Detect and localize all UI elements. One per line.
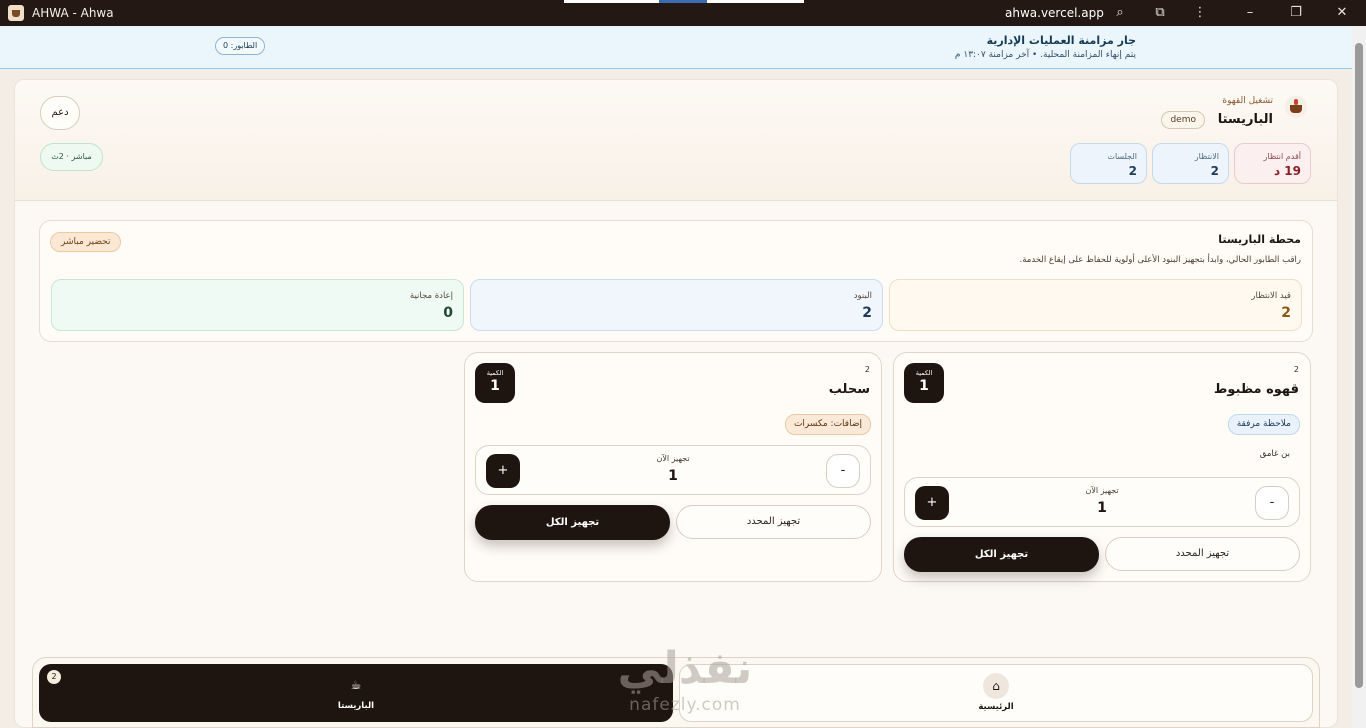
- oldest-wait-stat: أقدم انتظار 19 د: [1234, 143, 1311, 184]
- app-icon: [8, 5, 24, 21]
- order-note-text: بن غامق: [1259, 449, 1290, 459]
- order-card: 2 قهوه مظبوط الكمية 1 ملاحظة مرفقة بن غا…: [893, 352, 1311, 582]
- items-label: البنود: [853, 291, 872, 301]
- header-subtitle: تشغيل القهوة: [1222, 96, 1273, 106]
- live-prep-badge: تحضير مباشر: [50, 232, 122, 252]
- prepare-now-stepper: - تجهيز الآن 1 +: [475, 445, 871, 495]
- prepare-all-button[interactable]: تجهيز الكل: [904, 537, 1099, 572]
- main-panel: تشغيل القهوة الباريستا demo دعم مباشر · …: [14, 79, 1338, 728]
- stepper-value: 1: [1097, 500, 1107, 516]
- pending-label: قيد الانتظار: [1251, 291, 1291, 301]
- more-icon[interactable]: ⋮: [1191, 4, 1209, 22]
- window-title: AHWA - Ahwa: [32, 6, 114, 20]
- waiting-value: 2: [1210, 164, 1219, 178]
- stepper-label: تجهيز الآن: [1085, 486, 1119, 495]
- sessions-value: 2: [1128, 164, 1137, 178]
- close-icon[interactable]: ✕: [1333, 4, 1351, 22]
- prepare-selected-button[interactable]: تجهيز المحدد: [676, 505, 871, 539]
- window-url[interactable]: ahwa.vercel.app: [1005, 6, 1104, 20]
- items-metric: البنود 2: [470, 279, 883, 331]
- window-titlebar: AHWA - Ahwa ahwa.vercel.app ⌕ ⧉ ⋮ – ❐ ✕: [0, 0, 1366, 26]
- station-title: محطة الباريستا: [1218, 233, 1301, 246]
- prepare-selected-button[interactable]: تجهيز المحدد: [1105, 537, 1300, 571]
- pending-metric: قيد الانتظار 2: [889, 279, 1302, 331]
- waiting-stat: الانتظار 2: [1152, 143, 1229, 184]
- sync-title: جار مزامنة العمليات الإدارية: [986, 34, 1136, 47]
- increase-button[interactable]: +: [486, 454, 520, 488]
- quantity-label: الكمية: [486, 369, 504, 377]
- coffee-cup-icon: ☕: [350, 678, 362, 692]
- order-card: 2 سحلب الكمية 1 إضافات: مكسرات - تجهيز ا…: [464, 352, 882, 582]
- items-value: 2: [862, 305, 872, 321]
- oldest-wait-label: أقدم انتظار: [1263, 152, 1301, 161]
- sessions-stat: الجلسات 2: [1070, 143, 1147, 184]
- prepare-all-button[interactable]: تجهيز الكل: [475, 505, 670, 540]
- quantity-value: 1: [919, 378, 929, 394]
- increase-button[interactable]: +: [915, 486, 949, 520]
- free-remake-label: إعادة مجانية: [409, 291, 453, 301]
- zoom-icon[interactable]: ⌕: [1111, 4, 1129, 22]
- order-number: 2: [864, 365, 870, 374]
- nav-item-label: الباريستا: [337, 701, 375, 711]
- maximize-icon[interactable]: ❐: [1287, 4, 1305, 22]
- barista-count-badge: 2: [47, 670, 61, 684]
- bottom-navigation: 2 ☕ الباريستا ⌂ الرئيسية: [32, 657, 1320, 728]
- sync-banner: جار مزامنة العمليات الإدارية يتم إنهاء ا…: [0, 26, 1352, 69]
- nav-item-barista[interactable]: 2 ☕ الباريستا: [39, 664, 673, 722]
- oldest-wait-value: 19 د: [1273, 164, 1301, 178]
- stepper-label: تجهيز الآن: [656, 454, 690, 463]
- scrollbar-thumb[interactable]: [1355, 43, 1363, 688]
- order-item-name: سحلب: [828, 382, 870, 397]
- extension-icon[interactable]: ⧉: [1151, 4, 1169, 22]
- barista-station-panel: محطة الباريستا راقب الطابور الحالي، وابد…: [39, 220, 1313, 342]
- quantity-badge: الكمية 1: [475, 363, 515, 403]
- page-title: الباريستا: [1217, 112, 1273, 127]
- sessions-label: الجلسات: [1107, 152, 1137, 161]
- prepare-now-stepper: - تجهيز الآن 1 +: [904, 477, 1300, 527]
- quantity-badge: الكمية 1: [904, 363, 944, 403]
- note-attached-tag: ملاحظة مرفقة: [1227, 414, 1300, 435]
- minimize-icon[interactable]: –: [1241, 4, 1259, 22]
- free-remake-metric: إعادة مجانية 0: [51, 279, 464, 331]
- order-item-name: قهوه مظبوط: [1213, 382, 1299, 397]
- page-header: تشغيل القهوة الباريستا demo دعم مباشر · …: [15, 80, 1337, 201]
- nav-item-home[interactable]: ⌂ الرئيسية: [679, 664, 1313, 722]
- coffee-icon: [1285, 96, 1307, 118]
- live-status-badge: مباشر · 2ث: [40, 143, 103, 171]
- order-number: 2: [1293, 365, 1299, 374]
- waiting-label: الانتظار: [1194, 152, 1219, 161]
- addons-tag: إضافات: مكسرات: [784, 414, 871, 435]
- tab-strip-indicator: [564, 0, 804, 3]
- free-remake-value: 0: [443, 305, 453, 321]
- home-icon: ⌂: [983, 673, 1009, 699]
- demo-badge: demo: [1161, 111, 1205, 129]
- pending-value: 2: [1281, 305, 1291, 321]
- page-scrollbar[interactable]: [1352, 26, 1366, 728]
- quantity-value: 1: [490, 378, 500, 394]
- stepper-value: 1: [668, 468, 678, 484]
- support-button[interactable]: دعم: [40, 96, 80, 130]
- quantity-label: الكمية: [915, 369, 933, 377]
- station-description: راقب الطابور الحالي، وابدأ بتجهيز البنود…: [1019, 255, 1301, 265]
- queue-badge: الطابور: 0: [215, 37, 266, 55]
- sync-subtitle: يتم إنهاء المزامنة المحلية. • آخر مزامنة…: [954, 50, 1136, 60]
- nav-item-label: الرئيسية: [978, 702, 1014, 712]
